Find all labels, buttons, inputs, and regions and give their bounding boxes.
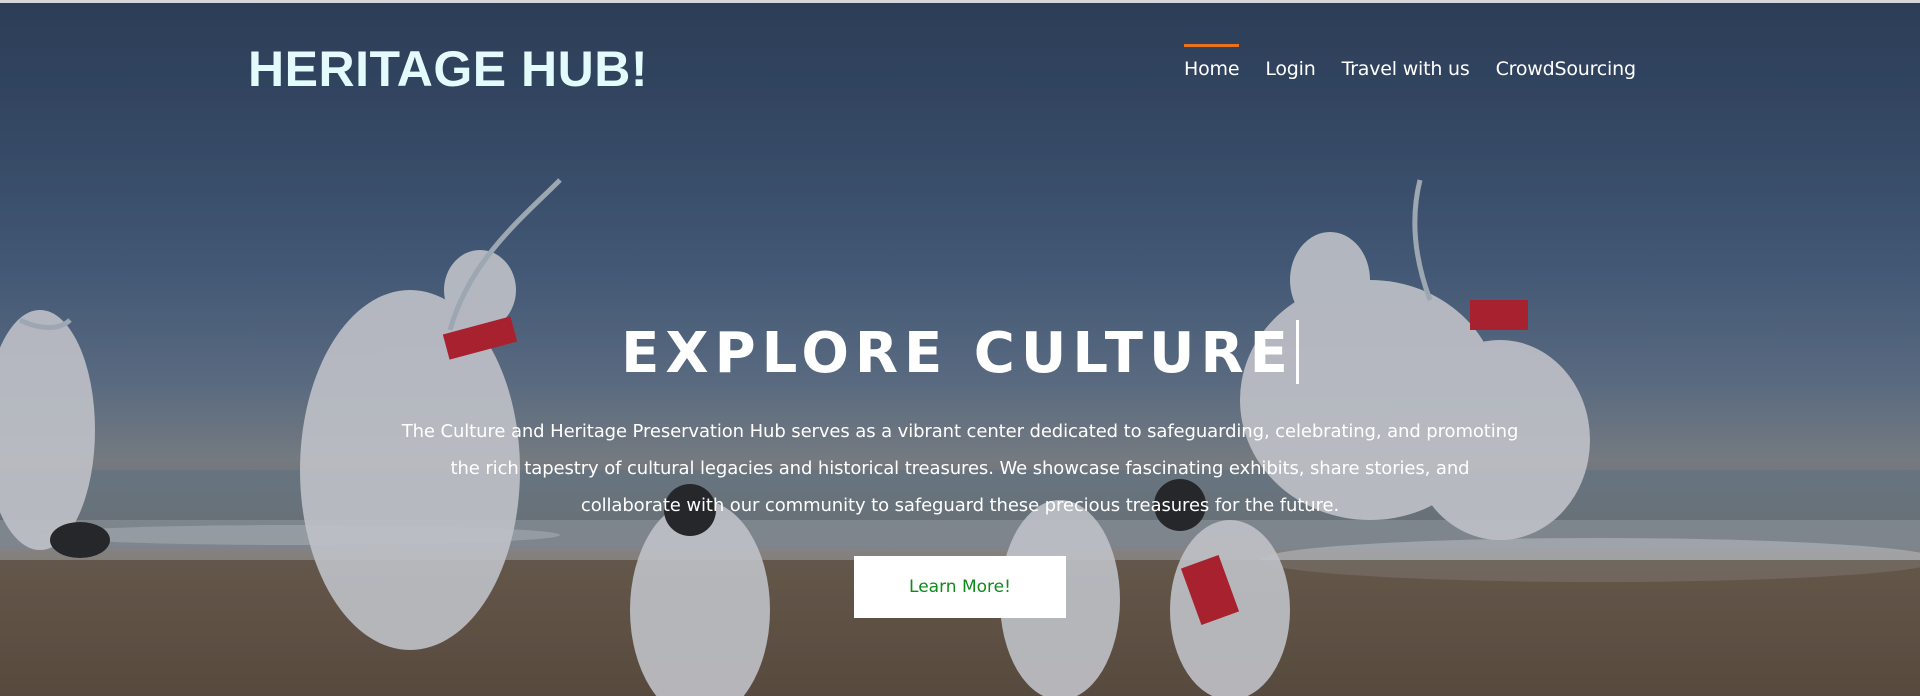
nav-item-crowdsourcing[interactable]: CrowdSourcing xyxy=(1496,44,1636,80)
hero-headline-text: EXPLORE CULTURE xyxy=(621,321,1294,386)
nav-item-travel-with-us[interactable]: Travel with us xyxy=(1342,44,1470,80)
typing-cursor xyxy=(1295,320,1299,384)
hero-description: The Culture and Heritage Preservation Hu… xyxy=(401,421,1519,516)
hero-section: HERITAGE HUB! Home Login Travel with us … xyxy=(0,0,1920,696)
learn-more-button[interactable]: Learn More! xyxy=(854,556,1066,618)
nav-item-home[interactable]: Home xyxy=(1184,44,1240,80)
hero-headline: EXPLORE CULTURE xyxy=(0,318,1920,390)
site-logo[interactable]: HERITAGE HUB! xyxy=(248,40,648,98)
main-nav: Home Login Travel with us CrowdSourcing xyxy=(1184,44,1636,80)
nav-item-login[interactable]: Login xyxy=(1265,44,1315,80)
